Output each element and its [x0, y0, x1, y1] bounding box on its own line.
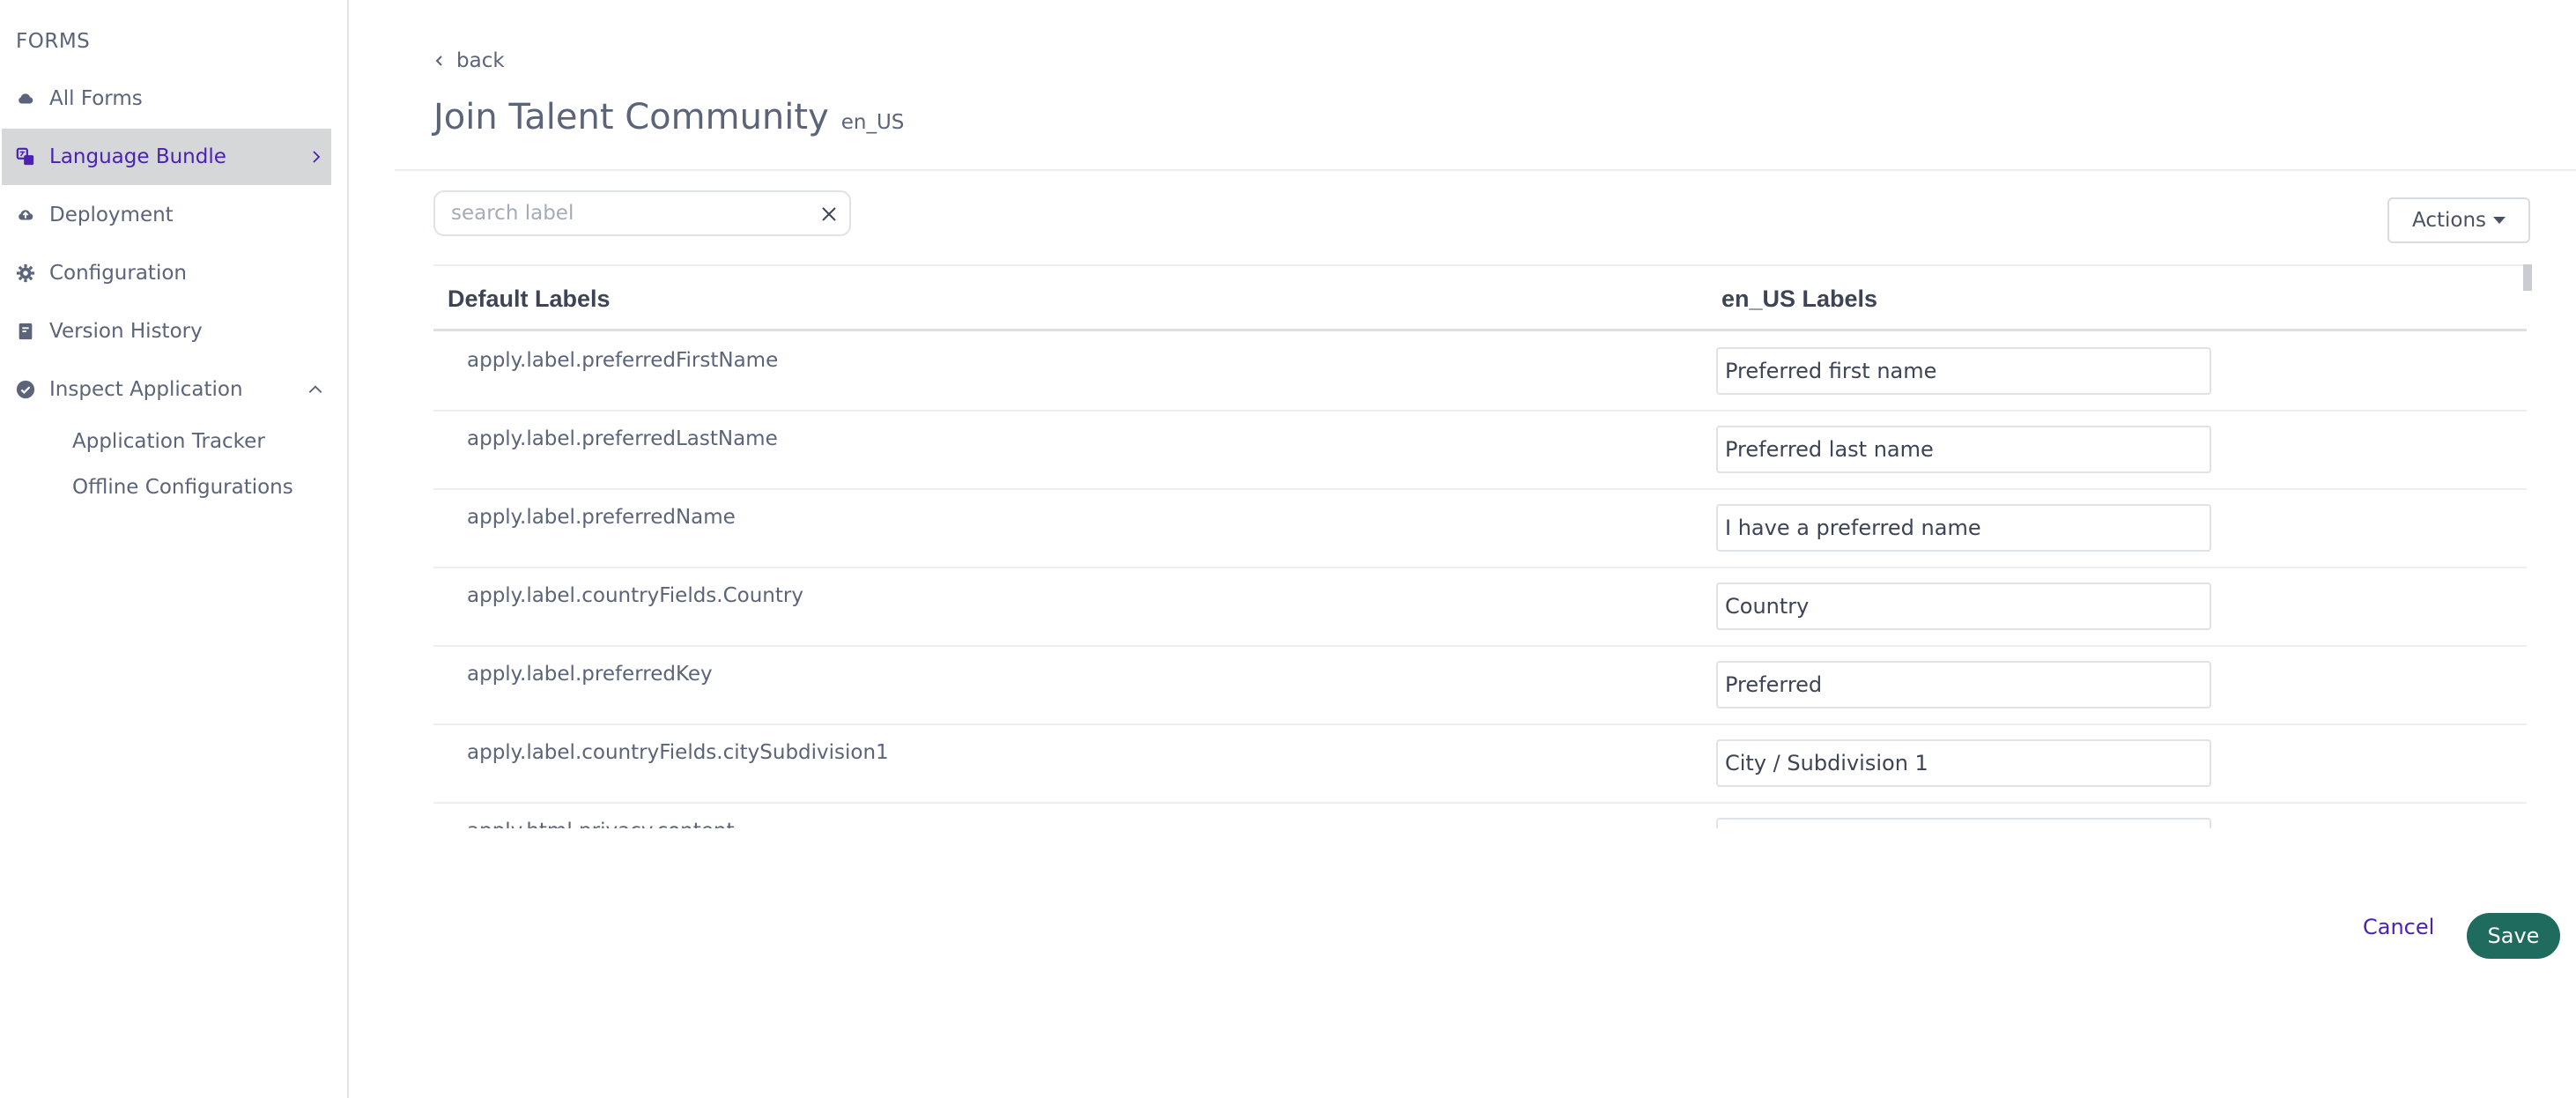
sidebar-item-label: Language Bundle: [49, 145, 226, 168]
label-value-input[interactable]: [1716, 661, 2211, 709]
search-box: [433, 190, 851, 236]
close-icon[interactable]: [818, 203, 840, 226]
sidebar-item-label: Configuration: [49, 262, 187, 285]
chevron-right-icon: [308, 129, 324, 185]
translate-icon: [16, 147, 35, 167]
sidebar-item-configuration[interactable]: Configuration: [2, 245, 331, 301]
caret-down-icon: [2493, 217, 2506, 224]
cloud-upload-icon: [16, 205, 35, 225]
sidebar-subitem-application-tracker[interactable]: Application Tracker: [72, 430, 265, 453]
table-row: apply.label.preferredLastName: [433, 412, 2527, 490]
table-body: apply.label.preferredFirstName apply.lab…: [433, 333, 2527, 828]
sidebar-item-all-forms[interactable]: All Forms: [2, 70, 331, 127]
header-divider: [395, 169, 2576, 171]
label-key: apply.label.preferredFirstName: [467, 349, 779, 372]
actions-label: Actions: [2411, 209, 2486, 232]
sidebar-item-label: Inspect Application: [49, 378, 243, 401]
label-key: apply.label.countryFields.Country: [467, 584, 803, 607]
sidebar-item-inspect-application[interactable]: Inspect Application: [2, 361, 331, 418]
label-value-input[interactable]: [1716, 818, 2211, 828]
table-row: apply.label.countryFields.citySubdivisio…: [433, 725, 2527, 804]
cancel-button[interactable]: Cancel: [2363, 915, 2434, 939]
table-scrollbar[interactable]: [2523, 264, 2532, 291]
label-value-input[interactable]: [1716, 426, 2211, 473]
sidebar-subitem-offline-configurations[interactable]: Offline Configurations: [72, 476, 293, 499]
label-value-input[interactable]: [1716, 347, 2211, 395]
sidebar-item-label: Version History: [49, 320, 203, 343]
table-row: apply.label.preferredFirstName: [433, 333, 2527, 412]
chevron-up-icon: [307, 361, 324, 418]
label-key: apply.label.countryFields.citySubdivisio…: [467, 741, 889, 764]
sidebar-item-version-history[interactable]: Version History: [2, 303, 331, 360]
actions-dropdown-button[interactable]: Actions: [2387, 197, 2530, 243]
label-value-input[interactable]: [1716, 582, 2211, 630]
search-input[interactable]: [451, 202, 803, 225]
label-value-input[interactable]: [1716, 504, 2211, 552]
table-row: apply.label.preferredName: [433, 490, 2527, 568]
sidebar: FORMS All Forms Language Bundle Deployme…: [0, 0, 349, 1098]
column-header-locale: en_US Labels: [1721, 286, 1878, 312]
back-link[interactable]: back: [433, 49, 505, 72]
table-row: apply.label.countryFields.Country: [433, 568, 2527, 647]
sidebar-heading: FORMS: [16, 30, 91, 53]
form-title: Join Talent Community: [433, 97, 829, 137]
gear-icon: [16, 263, 35, 283]
document-icon: [16, 322, 35, 341]
sidebar-item-label: Deployment: [49, 204, 174, 226]
chevron-left-icon: [433, 49, 444, 72]
column-header-default: Default Labels: [448, 286, 611, 312]
check-circle-icon: [16, 380, 35, 399]
label-key: apply.html.privacy.content: [467, 820, 735, 828]
table-row: apply.label.preferredKey: [433, 647, 2527, 725]
sidebar-item-deployment[interactable]: Deployment: [2, 187, 331, 243]
table-row: apply.html.privacy.content: [433, 804, 2527, 828]
page-title: Join Talent Community en_US: [433, 97, 904, 137]
label-value-input[interactable]: [1716, 739, 2211, 787]
cloud-icon: [16, 89, 35, 108]
sidebar-item-language-bundle[interactable]: Language Bundle: [2, 129, 331, 185]
locale-badge: en_US: [840, 111, 905, 134]
back-label: back: [456, 49, 505, 72]
labels-table: Default Labels en_US Labels apply.label.…: [433, 264, 2527, 828]
table-header: Default Labels en_US Labels: [433, 266, 2527, 331]
save-button[interactable]: Save: [2467, 913, 2560, 959]
label-key: apply.label.preferredKey: [467, 663, 713, 686]
label-key: apply.label.preferredLastName: [467, 427, 778, 450]
label-key: apply.label.preferredName: [467, 506, 736, 529]
sidebar-item-label: All Forms: [49, 87, 143, 110]
